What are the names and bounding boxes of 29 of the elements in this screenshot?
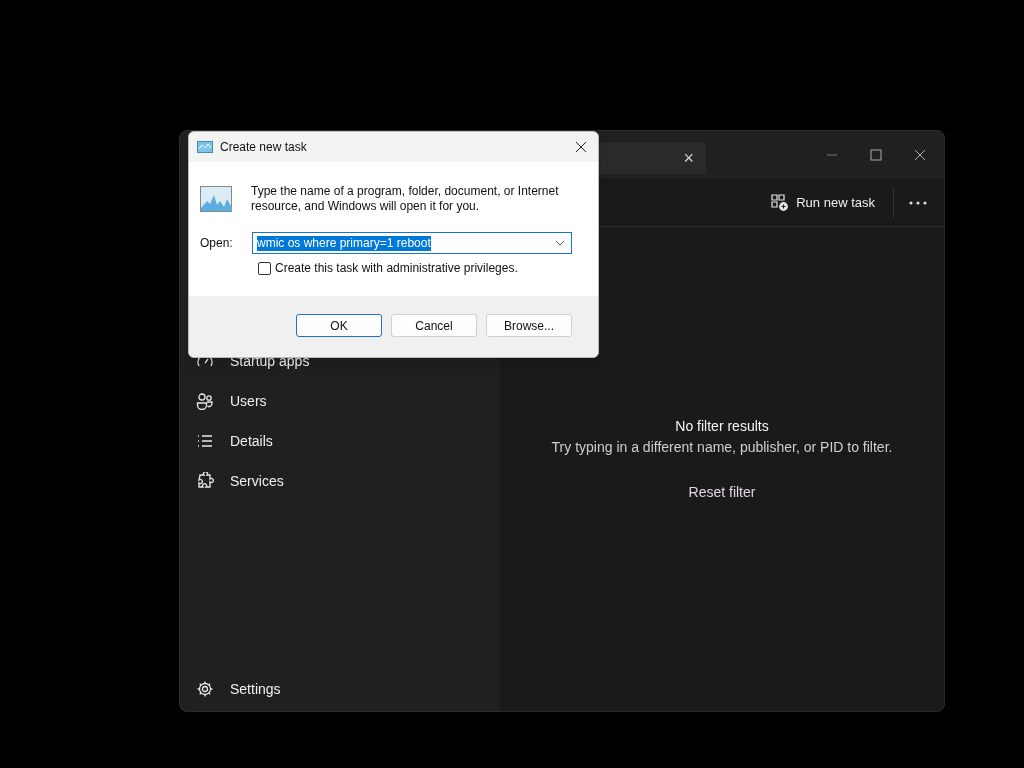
dropdown-caret-icon[interactable] [555,240,565,246]
dialog-message: Type the name of a program, folder, document, or Internet resource, and Windows will open it for you. [251,184,560,214]
tab-close-button[interactable]: × [683,149,694,167]
open-combo-field[interactable]: wmic os where primary=1 reboot [252,232,572,254]
maximize-icon[interactable] [870,149,882,161]
run-task-icon [771,194,789,211]
dialog-title: Create new task [220,139,307,156]
settings-item[interactable]: Settings [185,669,495,709]
reset-filter-link[interactable]: Reset filter [688,481,756,503]
app-icon [197,141,213,153]
dialog-button[interactable]: Cancel [391,314,477,337]
users-icon [196,392,214,410]
admin-checkbox[interactable]: Create this task with administrative privileges. [258,259,587,277]
list-icon [196,432,214,450]
more-icon[interactable] [909,200,927,205]
task-manager-icon [200,186,232,212]
dialog-button[interactable]: Browse... [486,314,572,337]
sidebar-item[interactable]: Users [185,381,495,421]
dialog-button[interactable]: OK [296,314,382,337]
empty-title: No filter results [675,416,769,436]
empty-message: Try typing in a different name, publisher, or PID to filter. [551,437,893,457]
run-new-task-button[interactable]: Run new task [763,185,883,220]
puzzle-icon [196,472,214,490]
sidebar-item[interactable]: Services [185,461,495,501]
sidebar-item[interactable]: Details [185,421,495,461]
open-label: Open: [200,235,234,252]
close-icon[interactable] [575,141,587,153]
close-icon[interactable] [914,149,926,161]
gear-icon [196,680,214,698]
